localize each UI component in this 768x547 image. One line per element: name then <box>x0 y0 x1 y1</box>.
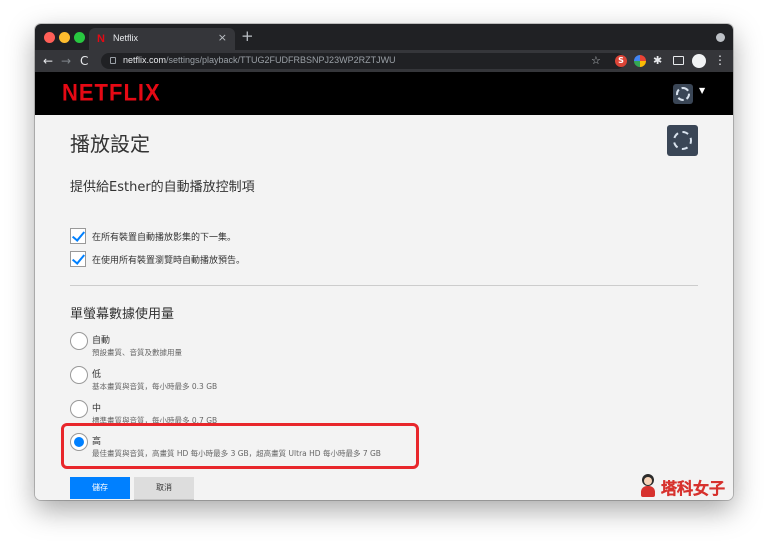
cast-icon[interactable] <box>673 56 684 65</box>
profile-menu-avatar[interactable] <box>673 84 693 104</box>
save-button[interactable]: 儲存 <box>70 477 130 499</box>
url-host: netflix.com <box>123 55 167 65</box>
watermark-text: 塔科女子 <box>661 479 726 498</box>
radio-label: 低 <box>92 370 102 380</box>
profile-avatar-icon[interactable] <box>692 54 706 68</box>
section-divider <box>70 285 698 286</box>
netflix-favicon-icon: N <box>97 33 105 45</box>
tab-title: Netflix <box>113 33 139 43</box>
minimize-window-button[interactable] <box>59 32 70 43</box>
extension-s-icon[interactable]: S <box>615 55 627 67</box>
reload-button[interactable]: C <box>80 52 88 70</box>
back-button[interactable]: ← <box>43 52 53 70</box>
radio-label: 中 <box>92 404 102 414</box>
settings-content: 播放設定 提供給Esther的自動播放控制項 在所有裝置自動播放影集的下一集。 … <box>35 115 733 500</box>
new-tab-button[interactable]: + <box>241 27 254 45</box>
bookmark-star-icon[interactable]: ☆ <box>591 54 601 68</box>
lock-icon[interactable] <box>110 57 116 64</box>
radio-auto[interactable] <box>70 332 88 350</box>
url-path: /settings/playback/TTUG2FUDFRBSNPJ23WP2R… <box>166 55 396 65</box>
tab-netflix[interactable]: N Netflix × <box>89 28 235 50</box>
browser-menu-icon[interactable]: ⋮ <box>714 53 726 68</box>
watermark-girl-icon <box>638 474 658 498</box>
data-usage-section-title: 單螢幕數據使用量 <box>70 307 175 322</box>
tab-close-icon[interactable]: × <box>218 31 227 44</box>
caret-down-icon[interactable]: ▼ <box>699 86 705 95</box>
autoplay-previews-checkbox[interactable] <box>70 251 86 267</box>
close-window-button[interactable] <box>44 32 55 43</box>
annotation-highlight-box <box>61 423 419 469</box>
radio-label: 自動 <box>92 336 111 346</box>
checkbox-label: 在所有裝置自動播放影集的下一集。 <box>92 233 237 243</box>
extension-color-icon[interactable] <box>634 55 646 67</box>
cancel-button[interactable]: 取消 <box>134 477 194 499</box>
tab-strip: N Netflix × + <box>35 24 733 50</box>
radio-low[interactable] <box>70 366 88 384</box>
profile-avatar <box>667 125 698 156</box>
netflix-logo[interactable]: NETFLIX <box>62 79 161 108</box>
extensions-puzzle-icon[interactable]: ✱ <box>653 54 662 67</box>
netflix-header: NETFLIX ▼ <box>35 72 733 115</box>
url-text[interactable]: netflix.com/settings/playback/TTUG2FUDFR… <box>123 55 396 65</box>
browser-window: N Netflix × + ← → C netflix.com/settings… <box>35 24 733 500</box>
radio-medium[interactable] <box>70 400 88 418</box>
browser-toolbar: ← → C netflix.com/settings/playback/TTUG… <box>35 50 733 72</box>
radio-description: 預設畫質、音質及數據用量 <box>92 348 182 357</box>
autoplay-next-episode-checkbox[interactable] <box>70 228 86 244</box>
zoom-window-button[interactable] <box>74 32 85 43</box>
tab-search-icon[interactable] <box>716 33 725 42</box>
autoplay-section-title: 提供給Esther的自動播放控制項 <box>70 180 255 195</box>
radio-description: 基本畫質與音質，每小時最多 0.3 GB <box>92 382 218 391</box>
checkbox-label: 在使用所有裝置瀏覽時自動播放預告。 <box>92 256 246 266</box>
forward-button[interactable]: → <box>61 52 71 70</box>
address-bar[interactable]: netflix.com/settings/playback/TTUG2FUDFR… <box>101 53 625 69</box>
page-title: 播放設定 <box>70 132 150 156</box>
